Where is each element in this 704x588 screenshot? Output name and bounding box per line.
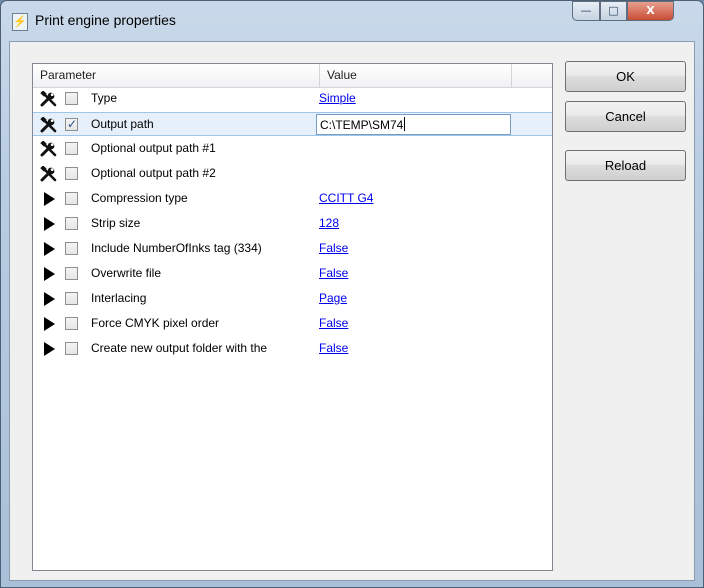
property-row[interactable]: Overwrite file False xyxy=(33,262,552,286)
value-link[interactable]: False xyxy=(319,241,348,255)
row-checkbox[interactable] xyxy=(65,167,78,180)
parameter-name: Optional output path #1 xyxy=(91,141,216,155)
play-icon[interactable] xyxy=(39,214,59,234)
parameter-name: Force CMYK pixel order xyxy=(91,316,220,330)
parameter-value: False xyxy=(319,316,348,330)
minimize-button[interactable]: — xyxy=(572,1,600,21)
column-header-value[interactable]: Value xyxy=(320,64,512,87)
parameter-value: Simple xyxy=(319,91,356,105)
output-path-value: C:\TEMP\SM74 xyxy=(320,118,404,132)
property-row[interactable]: Create new output folder with the False xyxy=(33,337,552,361)
property-row[interactable]: Optional output path #2 xyxy=(33,162,552,186)
grid-header: Parameter Value xyxy=(33,64,552,88)
value-link[interactable]: False xyxy=(319,316,348,330)
dialog-client-area: Parameter Value Type Simple Output path C:\… xyxy=(9,41,695,581)
play-icon[interactable] xyxy=(39,264,59,284)
dialog-window: ⚡ Print engine properties — □ X Paramete… xyxy=(0,0,704,588)
parameter-name: Compression type xyxy=(91,191,188,205)
play-icon[interactable] xyxy=(39,189,59,209)
row-checkbox[interactable] xyxy=(65,267,78,280)
parameter-name: Strip size xyxy=(91,216,141,230)
value-link[interactable]: Simple xyxy=(319,91,356,105)
property-row[interactable]: Type Simple xyxy=(33,87,552,111)
parameter-name: Overwrite file xyxy=(91,266,162,280)
property-row[interactable]: Compression type CCITT G4 xyxy=(33,187,552,211)
property-row[interactable]: Optional output path #1 xyxy=(33,137,552,161)
title-bar[interactable]: ⚡ Print engine properties — □ X xyxy=(1,1,703,41)
property-row[interactable]: Include NumberOfInks tag (334) False xyxy=(33,237,552,261)
play-icon[interactable] xyxy=(39,239,59,259)
row-checkbox[interactable] xyxy=(65,117,78,131)
property-row[interactable]: Force CMYK pixel order False xyxy=(33,312,552,336)
parameter-value: False xyxy=(319,341,348,355)
row-checkbox[interactable] xyxy=(65,192,78,205)
row-checkbox[interactable] xyxy=(65,217,78,230)
ok-button[interactable]: OK xyxy=(565,61,686,92)
output-path-input[interactable]: C:\TEMP\SM74 xyxy=(316,114,511,135)
parameter-name: Include NumberOfInks tag (334) xyxy=(91,241,262,255)
column-header-parameter[interactable]: Parameter xyxy=(33,64,320,87)
row-checkbox[interactable] xyxy=(65,142,78,155)
row-checkbox[interactable] xyxy=(65,317,78,330)
parameter-value: Page xyxy=(319,291,347,305)
maximize-button[interactable]: □ xyxy=(600,1,627,21)
parameter-name: Output path xyxy=(91,117,154,131)
parameter-value: 128 xyxy=(319,216,339,230)
property-row[interactable]: Strip size 128 xyxy=(33,212,552,236)
parameter-name: Interlacing xyxy=(91,291,147,305)
row-checkbox[interactable] xyxy=(65,92,78,105)
parameter-value: CCITT G4 xyxy=(319,191,373,205)
tools-icon xyxy=(39,89,59,109)
row-checkbox[interactable] xyxy=(65,342,78,355)
property-row[interactable]: Interlacing Page xyxy=(33,287,552,311)
window-title: Print engine properties xyxy=(35,12,176,28)
parameter-name: Optional output path #2 xyxy=(91,166,216,180)
play-icon[interactable] xyxy=(39,289,59,309)
value-link[interactable]: False xyxy=(319,341,348,355)
play-icon[interactable] xyxy=(39,339,59,359)
value-link[interactable]: False xyxy=(319,266,348,280)
column-header-filler xyxy=(512,64,552,87)
cancel-button[interactable]: Cancel xyxy=(565,101,686,132)
tools-icon xyxy=(39,139,59,159)
tools-icon xyxy=(39,164,59,184)
parameter-value: False xyxy=(319,266,348,280)
parameter-name: Create new output folder with the xyxy=(91,341,268,355)
property-grid: Parameter Value Type Simple Output path C:\… xyxy=(32,63,553,571)
tools-icon xyxy=(39,115,59,135)
parameter-name: Type xyxy=(91,91,118,105)
value-link[interactable]: 128 xyxy=(319,216,339,230)
play-icon[interactable] xyxy=(39,314,59,334)
row-checkbox[interactable] xyxy=(65,242,78,255)
property-row[interactable]: Output path C:\TEMP\SM74 xyxy=(33,112,552,136)
parameter-value: False xyxy=(319,241,348,255)
value-link[interactable]: CCITT G4 xyxy=(319,191,373,205)
value-link[interactable]: Page xyxy=(319,291,347,305)
app-icon: ⚡ xyxy=(12,13,28,31)
reload-button[interactable]: Reload xyxy=(565,150,686,181)
close-button[interactable]: X xyxy=(627,1,674,21)
row-checkbox[interactable] xyxy=(65,292,78,305)
text-caret xyxy=(404,117,406,131)
